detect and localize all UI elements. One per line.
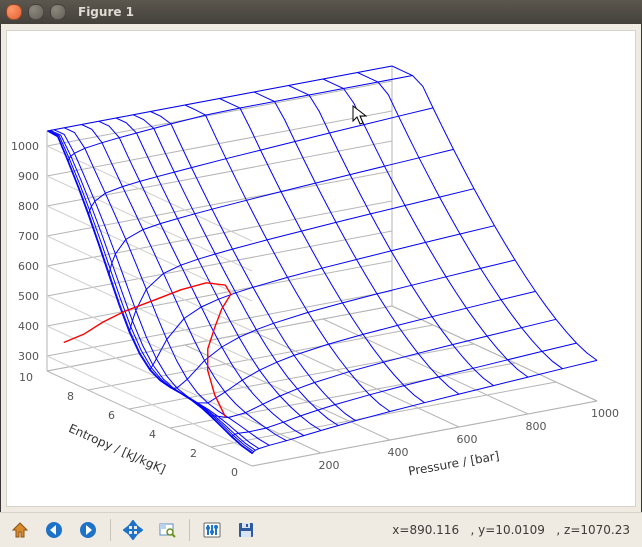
svg-text:900: 900 (18, 170, 39, 183)
forward-icon (78, 520, 98, 540)
home-icon (10, 520, 30, 540)
close-icon[interactable] (6, 4, 22, 20)
save-button[interactable] (232, 516, 260, 544)
svg-text:400: 400 (388, 446, 409, 459)
svg-text:4: 4 (149, 428, 156, 441)
save-icon (236, 520, 256, 540)
svg-text:200: 200 (319, 459, 340, 472)
svg-text:400: 400 (18, 320, 39, 333)
svg-text:0: 0 (231, 466, 238, 479)
svg-text:500: 500 (18, 290, 39, 303)
svg-text:1000: 1000 (11, 140, 39, 153)
window-title: Figure 1 (78, 5, 134, 19)
svg-text:8: 8 (67, 390, 74, 403)
svg-text:6: 6 (108, 409, 115, 422)
configure-button[interactable] (198, 516, 226, 544)
back-icon (44, 520, 64, 540)
forward-button[interactable] (74, 516, 102, 544)
plot-3d[interactable]: 200 400 600 800 1000 0 2 4 6 8 10 300 400 500 600 700 80… (6, 30, 636, 507)
zoom-button[interactable] (153, 516, 181, 544)
titlebar: Figure 1 (0, 0, 642, 24)
svg-text:10: 10 (19, 371, 33, 384)
pan-icon (123, 520, 143, 540)
svg-text:1000: 1000 (591, 407, 619, 420)
svg-text:300: 300 (18, 350, 39, 363)
maximize-icon[interactable] (50, 4, 66, 20)
pan-button[interactable] (119, 516, 147, 544)
separator (189, 519, 190, 541)
minimize-icon[interactable] (28, 4, 44, 20)
back-button[interactable] (40, 516, 68, 544)
separator (110, 519, 111, 541)
zoom-icon (157, 520, 177, 540)
svg-text:600: 600 (18, 260, 39, 273)
svg-text:2: 2 (190, 447, 197, 460)
svg-text:Pressure / [bar]: Pressure / [bar] (407, 449, 500, 479)
configure-icon (202, 520, 222, 540)
home-button[interactable] (6, 516, 34, 544)
toolbar: x=890.116 , y=10.0109 , z=1070.23 (0, 512, 642, 547)
svg-text:600: 600 (457, 433, 478, 446)
svg-text:800: 800 (18, 200, 39, 213)
cursor-coordinates: x=890.116 , y=10.0109 , z=1070.23 (392, 523, 636, 537)
svg-text:700: 700 (18, 230, 39, 243)
svg-text:800: 800 (526, 420, 547, 433)
